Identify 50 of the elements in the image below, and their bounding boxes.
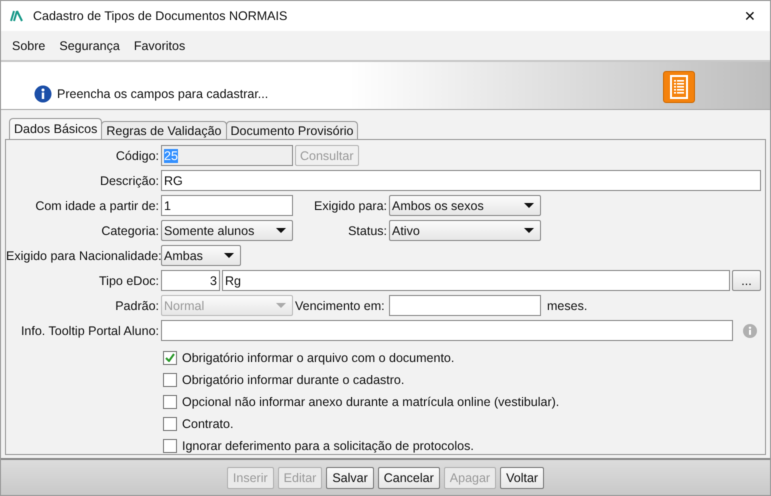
tab[interactable]: Documento Provisório xyxy=(226,121,358,139)
unit-label: meses. xyxy=(547,298,588,312)
info-message: Preencha os campos para cadastrar... xyxy=(57,87,268,101)
edoc-code-field[interactable]: 3 xyxy=(161,270,220,291)
menu-item[interactable]: Sobre xyxy=(5,38,52,52)
document-list-button[interactable] xyxy=(663,71,695,103)
browse-button[interactable]: ... xyxy=(732,270,761,291)
field-label: Info. Tooltip Portal Aluno: xyxy=(20,324,159,338)
checkbox-label: Contrato. xyxy=(182,416,234,430)
tab[interactable]: Dados Básicos xyxy=(9,118,102,139)
expiry-field[interactable] xyxy=(389,295,541,316)
field-label: Padrão: xyxy=(114,298,159,312)
info-icon xyxy=(34,85,52,103)
action-button[interactable]: Salvar xyxy=(326,467,374,489)
field-label: Categoria: xyxy=(100,224,159,238)
field-label: Exigido para: xyxy=(313,198,387,212)
gender-dropdown[interactable]: Ambos os sexos xyxy=(389,195,541,216)
window-title: Cadastro de Tipos de Documentos NORMAIS xyxy=(33,9,288,23)
checkbox-label: Ignorar deferimento para a solicitação de protocolos. xyxy=(182,438,474,452)
document-list-icon xyxy=(670,75,688,99)
checkbox-label: Obrigatório informar o arquivo com o documento. xyxy=(182,350,454,364)
app-logo-icon xyxy=(10,10,24,22)
checkbox-label: Opcional não informar anexo durante a matrícula online (vestibular). xyxy=(182,394,560,408)
checkbox[interactable] xyxy=(163,350,177,364)
field-label: Vencimento em: xyxy=(295,298,386,312)
field-label: Com idade a partir de: xyxy=(34,198,159,212)
checkbox[interactable] xyxy=(163,416,177,430)
checkbox[interactable] xyxy=(163,438,177,452)
action-button[interactable]: Voltar xyxy=(500,467,544,489)
field-label: Tipo eDoc: xyxy=(98,274,159,288)
menu-item[interactable]: Favoritos xyxy=(126,38,192,52)
tab[interactable]: Regras de Validação xyxy=(101,121,226,139)
action-button[interactable]: Cancelar xyxy=(378,467,440,489)
close-button[interactable]: ✕ xyxy=(730,1,770,31)
field-label: Código: xyxy=(114,148,159,162)
info-icon xyxy=(743,324,757,338)
description-field[interactable]: RG xyxy=(161,170,761,191)
menu-item[interactable]: Segurança xyxy=(52,38,127,52)
checkbox-label: Obrigatório informar durante o cadastro. xyxy=(182,372,404,386)
status-dropdown[interactable]: Ativo xyxy=(389,220,541,241)
checkbox[interactable] xyxy=(163,372,177,386)
checkbox[interactable] xyxy=(163,394,177,408)
field-label: Status: xyxy=(347,224,387,238)
tooltip-field[interactable] xyxy=(161,320,733,341)
age-field[interactable]: 1 xyxy=(161,195,293,216)
field-label: Descrição: xyxy=(98,174,159,188)
category-dropdown[interactable]: Somente alunos xyxy=(161,220,293,241)
edoc-name-field[interactable]: Rg xyxy=(222,270,730,291)
field-label: Exigido para Nacionalidade: xyxy=(6,248,159,262)
nationality-dropdown[interactable]: Ambas xyxy=(161,245,241,266)
